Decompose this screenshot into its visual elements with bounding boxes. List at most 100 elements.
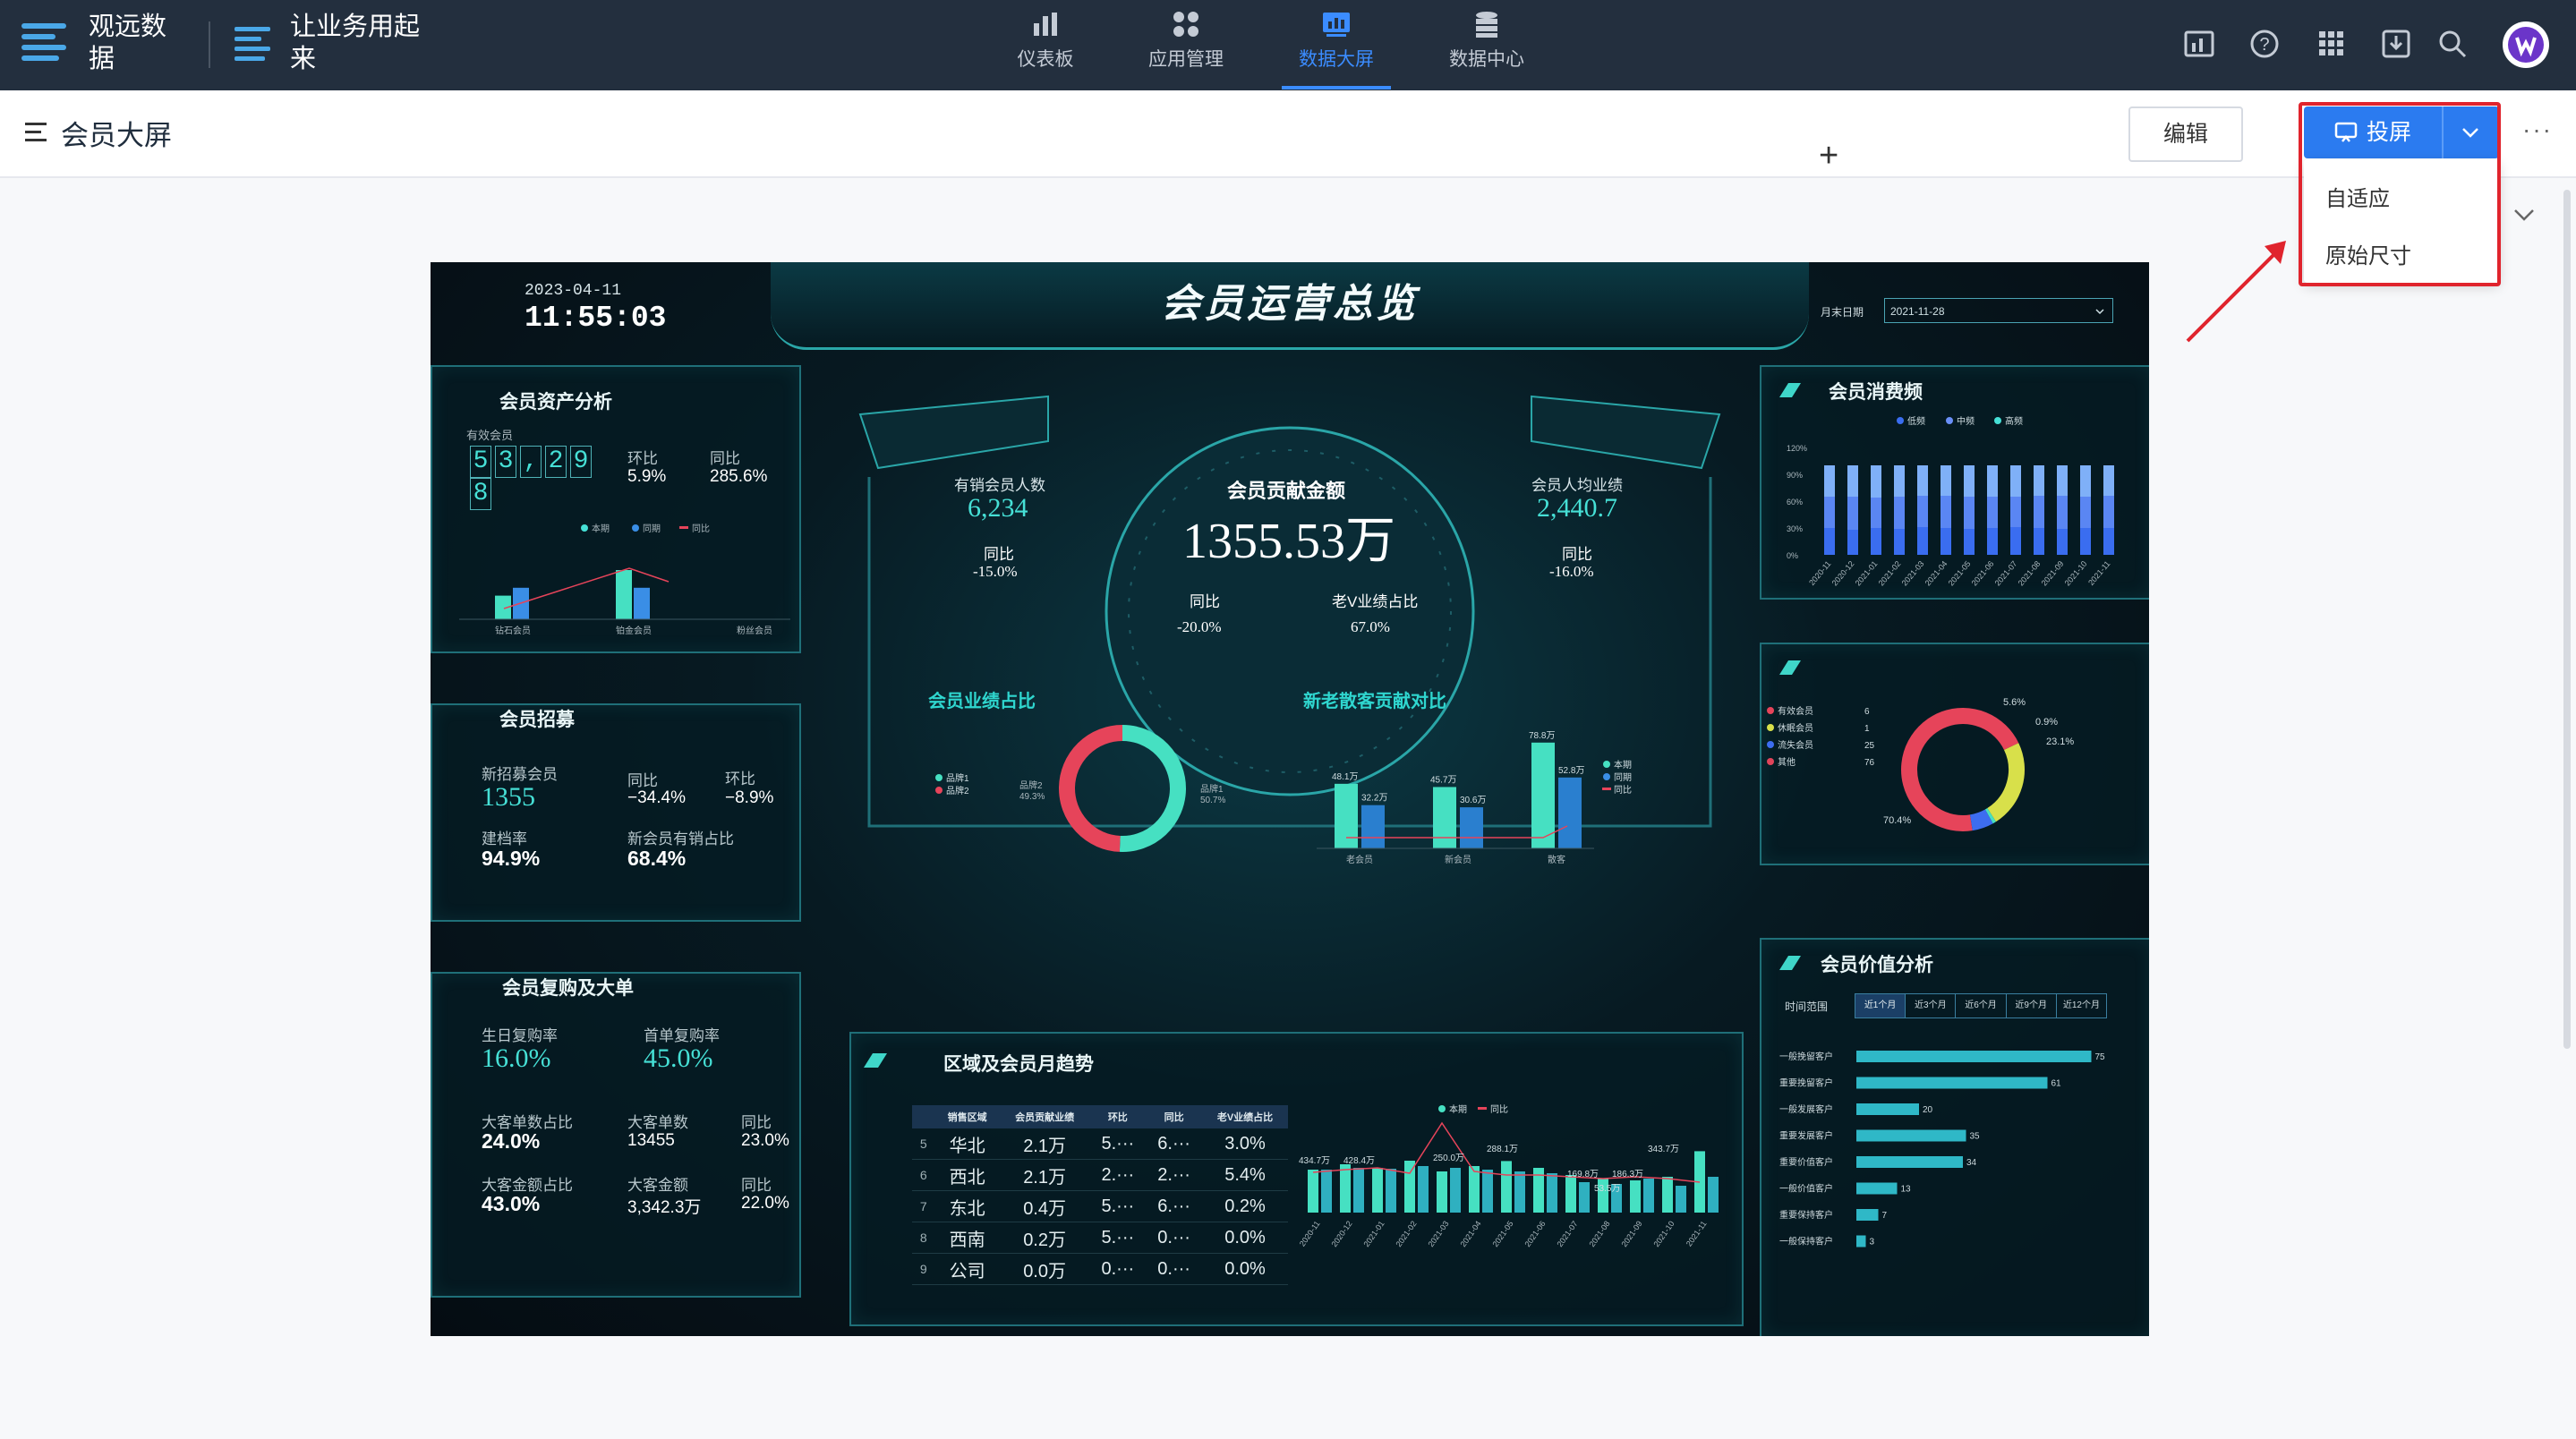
cell: 0.4万 <box>999 1190 1090 1222</box>
x-tick-label: 2021-11 <box>2086 559 2111 587</box>
y-tick-label: 120% <box>1787 444 1807 453</box>
bar-previous <box>1361 805 1385 848</box>
top-navigation-bar: 观远数据 让业务用起来 仪表板 应用管理 数据大屏 数据中心 ? <box>0 0 2576 90</box>
table-row[interactable]: 9 公司 0.0万 0.··· 0.··· 0.0% <box>912 1253 1288 1285</box>
bar-category-label: 重要保持客户 <box>1779 1209 1833 1221</box>
bar-previous <box>634 587 650 619</box>
nav-data-screen[interactable]: 数据大屏 <box>1278 9 1395 85</box>
digit: 9 <box>570 446 592 478</box>
logo-icon[interactable] <box>21 20 66 64</box>
data-label: 250.0万 <box>1433 1154 1464 1163</box>
page-scrollbar[interactable] <box>2563 190 2571 1049</box>
avatar[interactable] <box>2503 21 2549 68</box>
date-filter-select[interactable]: 2021-11-28 <box>1884 298 2113 323</box>
search-icon[interactable] <box>2435 27 2469 61</box>
bar-current <box>1433 787 1456 848</box>
cell: 0.2万 <box>999 1222 1090 1254</box>
member-status-panel: 有效会员 6 休眠会员 1 流失会员 25 其他 76 5.6% 0.9% 23.1% 70.… <box>1760 643 2149 865</box>
data-label: 53.5万 <box>1594 1184 1620 1194</box>
x-tick-label: 2021-07 <box>1993 559 2019 588</box>
brand-name: 观远数据 <box>89 13 167 73</box>
data-label: 20 <box>1923 1105 1933 1115</box>
cell: 2.1万 <box>999 1128 1090 1160</box>
cell: 6.··· <box>1146 1190 1203 1222</box>
stacked-bar-segment <box>2010 497 2021 527</box>
table-row[interactable]: 6 西北 2.1万 2.··· 2.··· 5.4% <box>912 1159 1288 1191</box>
menu-list-icon[interactable] <box>25 121 50 144</box>
bar-previous <box>1643 1179 1654 1213</box>
cell: 0.··· <box>1146 1222 1203 1254</box>
brand-divider <box>209 21 210 68</box>
crosshair-cursor: + <box>1819 137 1839 175</box>
x-tick-label: 2021-02 <box>1877 559 1903 588</box>
bar-current <box>1662 1177 1673 1213</box>
x-tick-label: 2021-01 <box>1854 559 1880 588</box>
bar-current <box>616 570 632 619</box>
download-icon[interactable] <box>2379 27 2413 61</box>
region-table: 销售区域 会员贡献业绩 环比 同比 老V业绩占比 5 华北 2.1万 5.··· 6.·… <box>912 1105 1288 1285</box>
edit-button[interactable]: 编辑 <box>2128 106 2243 162</box>
range-tab[interactable]: 近9个月 <box>2005 994 2056 1018</box>
nav-data-center[interactable]: 数据中心 <box>1429 9 1545 85</box>
panel-flag-icon <box>1779 383 1801 397</box>
bigcnt-value: 24.0% <box>482 1129 541 1153</box>
stacked-bar-segment <box>1987 497 1998 528</box>
table-row[interactable]: 7 东北 0.4万 5.··· 6.··· 0.2% <box>912 1190 1288 1222</box>
dashboard-date: 2023-04-11 <box>525 282 622 300</box>
apps-icon[interactable] <box>2315 27 2349 61</box>
nav-active-indicator <box>1282 86 1391 89</box>
x-tick-label: 新会员 <box>1445 854 1471 865</box>
table-row[interactable]: 5 华北 2.1万 5.··· 6.··· 3.0% <box>912 1128 1288 1160</box>
collapse-chevron-icon[interactable] <box>2512 204 2537 226</box>
legend-dot <box>1767 758 1774 765</box>
stacked-bar-segment <box>2034 465 2044 496</box>
more-menu[interactable]: ··· <box>2522 115 2553 144</box>
range-tab[interactable]: 近6个月 <box>1955 994 2005 1018</box>
stacked-bar-segment <box>2103 496 2114 528</box>
donut-slice <box>1119 725 1186 852</box>
recruit-mom-value: −8.9% <box>725 788 774 807</box>
bar-current <box>1372 1168 1383 1213</box>
bar-previous <box>1386 1169 1396 1213</box>
left-yoy-value: -15.0% <box>973 563 1018 580</box>
left-yoy-label: 同比 <box>984 546 1014 563</box>
active-member-counter: 5 3, 2 9 8 <box>470 446 595 510</box>
nav-dashboard[interactable]: 仪表板 <box>987 9 1104 85</box>
chart-tool-icon[interactable] <box>2182 27 2216 61</box>
member-status-donut: 有效会员 6 休眠会员 1 流失会员 25 其他 76 5.6% 0.9% 23.1% 70.… <box>1767 698 2074 831</box>
recruit-new-value: 1355 <box>482 782 535 812</box>
stacked-bar-segment <box>1894 529 1905 555</box>
cell: 0.··· <box>1089 1253 1147 1285</box>
legend-name: 流失会员 <box>1778 739 1813 751</box>
bar-category-label: 一般挽留客户 <box>1779 1051 1833 1062</box>
main-yoy-value: -20.0% <box>1177 618 1222 635</box>
help-icon[interactable]: ? <box>2248 27 2282 61</box>
legend-dot <box>1767 741 1774 748</box>
stacked-bar-segment <box>1847 465 1858 497</box>
nav-app-management[interactable]: 应用管理 <box>1128 9 1244 85</box>
bar-previous <box>1676 1186 1686 1213</box>
data-label: 343.7万 <box>1648 1145 1679 1154</box>
x-tick-label: 老会员 <box>1346 854 1373 865</box>
range-tab[interactable]: 近3个月 <box>1905 994 1955 1018</box>
row-index: 7 <box>912 1190 935 1222</box>
status-label: 23.1% <box>2046 737 2074 747</box>
legend-name: 有效会员 <box>1778 705 1813 717</box>
table-row[interactable]: 8 西南 0.2万 5.··· 0.··· 0.0% <box>912 1222 1288 1254</box>
column-header <box>912 1105 935 1128</box>
legend-dot-brand1 <box>935 774 943 781</box>
hbar <box>1856 1051 2092 1062</box>
first-repurchase-label: 首单复购率 <box>644 1027 720 1044</box>
hbar <box>1856 1103 1919 1115</box>
range-tab[interactable]: 近1个月 <box>1855 994 1906 1018</box>
range-tab[interactable]: 近12个月 <box>2055 994 2106 1018</box>
data-label: 3 <box>1870 1238 1875 1247</box>
stacked-bar-segment <box>1871 528 1881 555</box>
cell: 0.··· <box>1146 1253 1203 1285</box>
donut-label-brand2: 品牌2 <box>1019 779 1043 791</box>
digit: 8 <box>470 478 491 510</box>
legend-previous: 同期 <box>1614 772 1632 783</box>
main-metric-value: 1355.53万 <box>1182 514 1395 569</box>
cell: 5.··· <box>1089 1128 1147 1160</box>
asset-analysis-panel: 会员资产分析 有效会员 5 3, 2 9 8 环比 5.9% 同比 285.6% 本期 … <box>431 365 801 653</box>
